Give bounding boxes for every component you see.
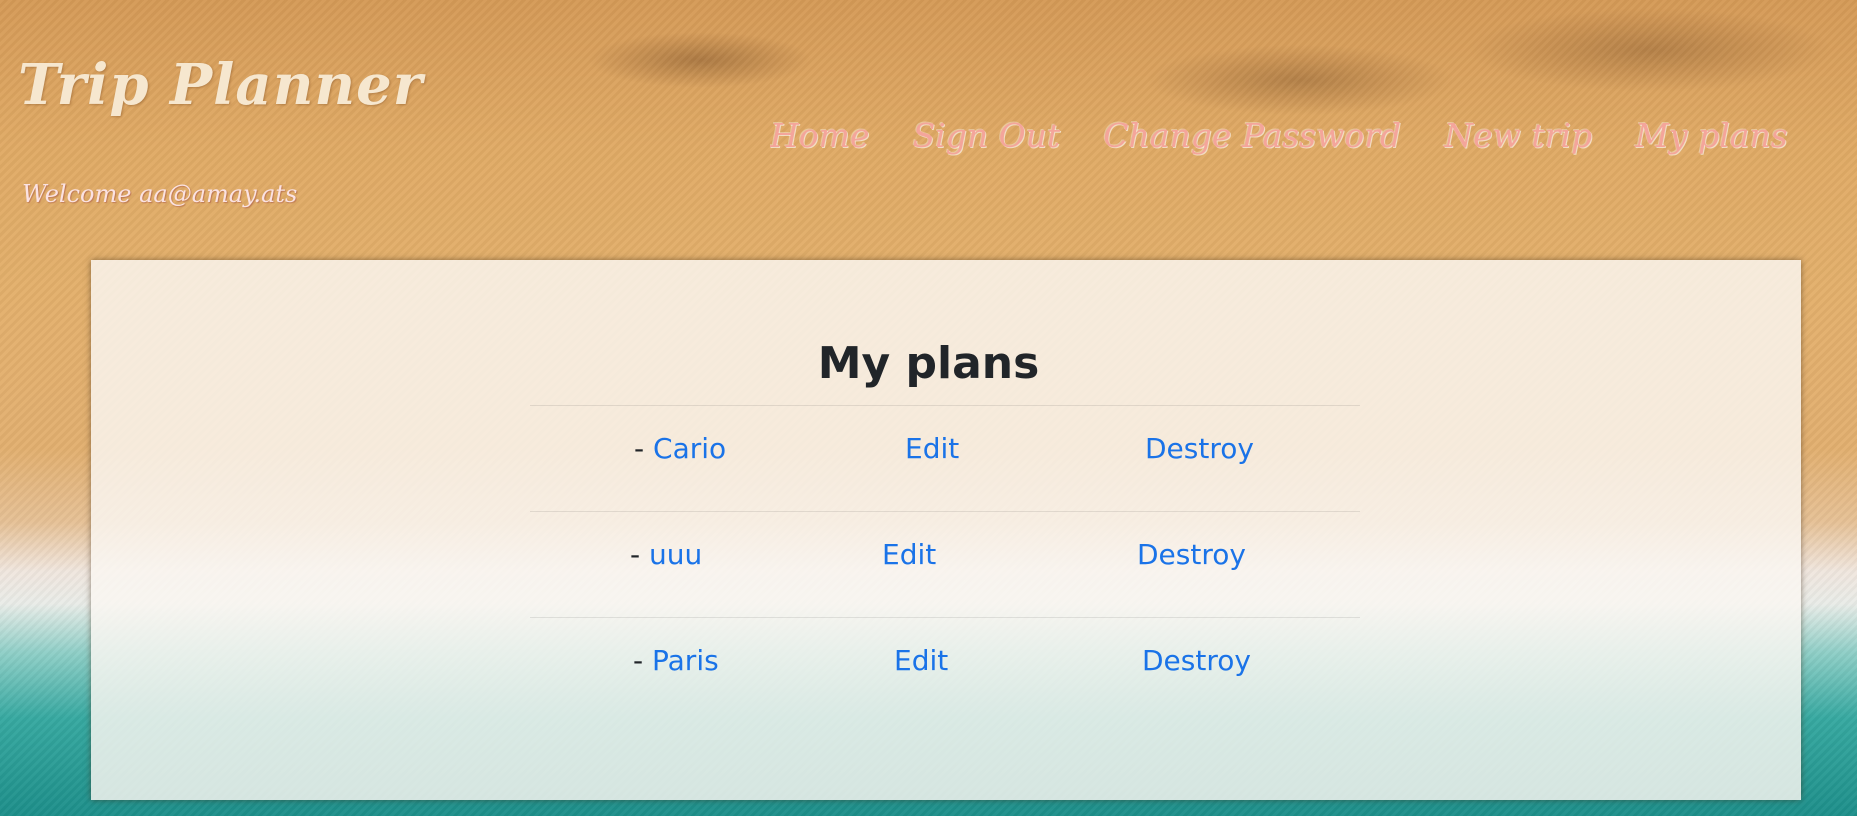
plan-bullet: -: [633, 644, 653, 677]
plan-entry: - uuu: [630, 538, 702, 571]
edit-plan-link[interactable]: Edit: [905, 432, 959, 465]
plan-entry: - Cario: [634, 432, 726, 465]
destroy-plan-link[interactable]: Destroy: [1137, 538, 1246, 571]
plan-link-paris[interactable]: Paris: [652, 644, 719, 677]
plan-link-cario[interactable]: Cario: [653, 432, 726, 465]
plan-row: - Paris Edit Destroy: [530, 617, 1360, 723]
page-title: My plans: [817, 338, 1040, 389]
nav-link-change-password[interactable]: Change Password: [1103, 116, 1401, 155]
plan-bullet: -: [634, 432, 654, 465]
edit-plan-link[interactable]: Edit: [894, 644, 948, 677]
welcome-message: Welcome aa@amay.ats: [22, 180, 298, 208]
plan-row: - Cario Edit Destroy: [530, 405, 1360, 511]
nav-link-my-plans[interactable]: My plans: [1635, 116, 1787, 155]
nav-link-new-trip[interactable]: New trip: [1444, 116, 1592, 155]
top-nav: Home Sign Out Change Password New trip M…: [770, 116, 1857, 166]
plan-bullet: -: [630, 538, 650, 571]
destroy-plan-link[interactable]: Destroy: [1142, 644, 1251, 677]
edit-plan-link[interactable]: Edit: [882, 538, 936, 571]
site-logo[interactable]: Trip Planner: [18, 52, 423, 118]
plan-entry: - Paris: [633, 644, 719, 677]
plan-link-uuu[interactable]: uuu: [649, 538, 702, 571]
plan-row: - uuu Edit Destroy: [530, 511, 1360, 617]
nav-link-home[interactable]: Home: [770, 116, 869, 155]
destroy-plan-link[interactable]: Destroy: [1145, 432, 1254, 465]
nav-link-sign-out[interactable]: Sign Out: [913, 116, 1061, 155]
plans-list: - Cario Edit Destroy - uuu Edit Destroy …: [530, 405, 1360, 723]
